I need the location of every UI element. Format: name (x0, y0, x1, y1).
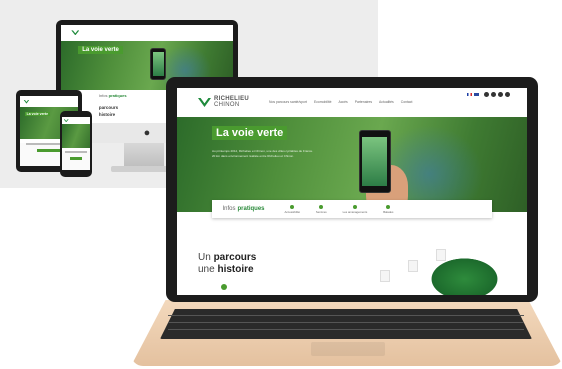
keyboard-row-divider (168, 315, 524, 316)
desktop-logo (71, 30, 80, 36)
flag-uk-icon[interactable] (473, 93, 479, 97)
nav-item-parcours[interactable]: Nos parcours santé/sport (269, 100, 307, 104)
smartphone-icon (359, 130, 391, 194)
laptop-keyboard (160, 309, 532, 339)
nav-item-ecomobilite[interactable]: Ecomobilité (314, 100, 332, 104)
desktop-info-light: Infos (98, 93, 108, 98)
title1-bold: parcours (213, 251, 257, 263)
phone-body (62, 150, 90, 170)
info-label-bold: pratiques (237, 206, 265, 213)
main-nav: Nos parcours santé/sport Ecomobilité Acc… (269, 100, 412, 104)
hero-paragraph: Au printemps 2012, Richelieu et Chinon, … (212, 149, 314, 158)
tablet-site-header (20, 96, 78, 108)
phone-site-header (62, 117, 90, 125)
laptop-lid: RICHELIEU CHINON Nos parcours santé/spor… (166, 77, 538, 302)
apple-logo-icon: ● (143, 127, 151, 139)
timeline-card[interactable] (408, 260, 418, 273)
route-map-image (425, 255, 503, 295)
nav-item-partenaires[interactable]: Partenaires (355, 100, 372, 104)
phone-accent-line (70, 156, 82, 160)
title1-light: Un (198, 251, 211, 263)
desktop-lower-title2: histoire (98, 112, 116, 118)
section-title-line1: Un parcours (198, 252, 256, 263)
tablet-accent-line (37, 149, 61, 153)
arrow-right-icon[interactable] (220, 284, 227, 291)
amenities-icon (352, 204, 357, 209)
flag-fr-icon[interactable] (466, 93, 472, 97)
monitor-stand-neck (124, 143, 164, 168)
hero-title: La voie verte (212, 126, 288, 141)
walks-icon (386, 204, 391, 209)
phone-device (60, 111, 92, 177)
desktop-site-header (61, 25, 233, 41)
logo-text: RICHELIEU CHINON (214, 96, 249, 108)
desktop-info-bold: pratiques (108, 93, 127, 98)
nav-item-contact[interactable]: Contact (401, 100, 413, 104)
youtube-icon[interactable] (504, 92, 510, 98)
site-header: RICHELIEU CHINON Nos parcours santé/spor… (177, 88, 527, 117)
phone-screen (62, 117, 90, 170)
info-label-light: Infos (222, 206, 236, 213)
services-icon (319, 204, 324, 209)
header-social-flags (466, 92, 510, 98)
nav-item-actualites[interactable]: Actualités (379, 100, 394, 104)
twitter-icon[interactable] (490, 92, 496, 98)
accessibility-icon (290, 204, 295, 209)
desktop-hero-phone-icon (150, 47, 166, 80)
title2-light: une (198, 264, 215, 276)
desktop-lower-title1: parcours (98, 104, 119, 110)
logo-line2: CHINON (214, 102, 240, 109)
desktop-info-label: Infos pratiques (99, 93, 127, 98)
facebook-icon[interactable] (483, 92, 489, 98)
title2-bold: histoire (217, 264, 254, 276)
keyboard-row-divider (168, 329, 524, 330)
laptop-trackpad (311, 342, 385, 356)
instagram-icon[interactable] (497, 92, 503, 98)
logo-mark-icon (63, 119, 69, 123)
logo-mark-icon (71, 30, 80, 36)
tablet-hero-title: La voie verte (24, 111, 51, 116)
timeline-card[interactable] (380, 270, 390, 283)
nav-item-acces[interactable]: Accès (338, 100, 347, 104)
device-mockup-scene: La voie verte Infos pratiques parcours h… (0, 0, 562, 369)
site-logo[interactable]: RICHELIEU CHINON (198, 96, 249, 108)
phone-text-line (64, 150, 88, 153)
section-title-line2: une histoire (198, 264, 254, 275)
parcours-section: Un parcours une histoire (177, 212, 527, 295)
logo-mark-icon (23, 99, 30, 104)
logo-mark-icon (198, 97, 211, 107)
laptop-screen: RICHELIEU CHINON Nos parcours santé/spor… (177, 88, 527, 295)
hero-banner: La voie verte Au printemps 2012, Richeli… (177, 116, 527, 213)
desktop-hero-title: La voie verte (78, 45, 123, 54)
phone-hero (62, 124, 90, 148)
keyboard-row-divider (168, 322, 524, 323)
